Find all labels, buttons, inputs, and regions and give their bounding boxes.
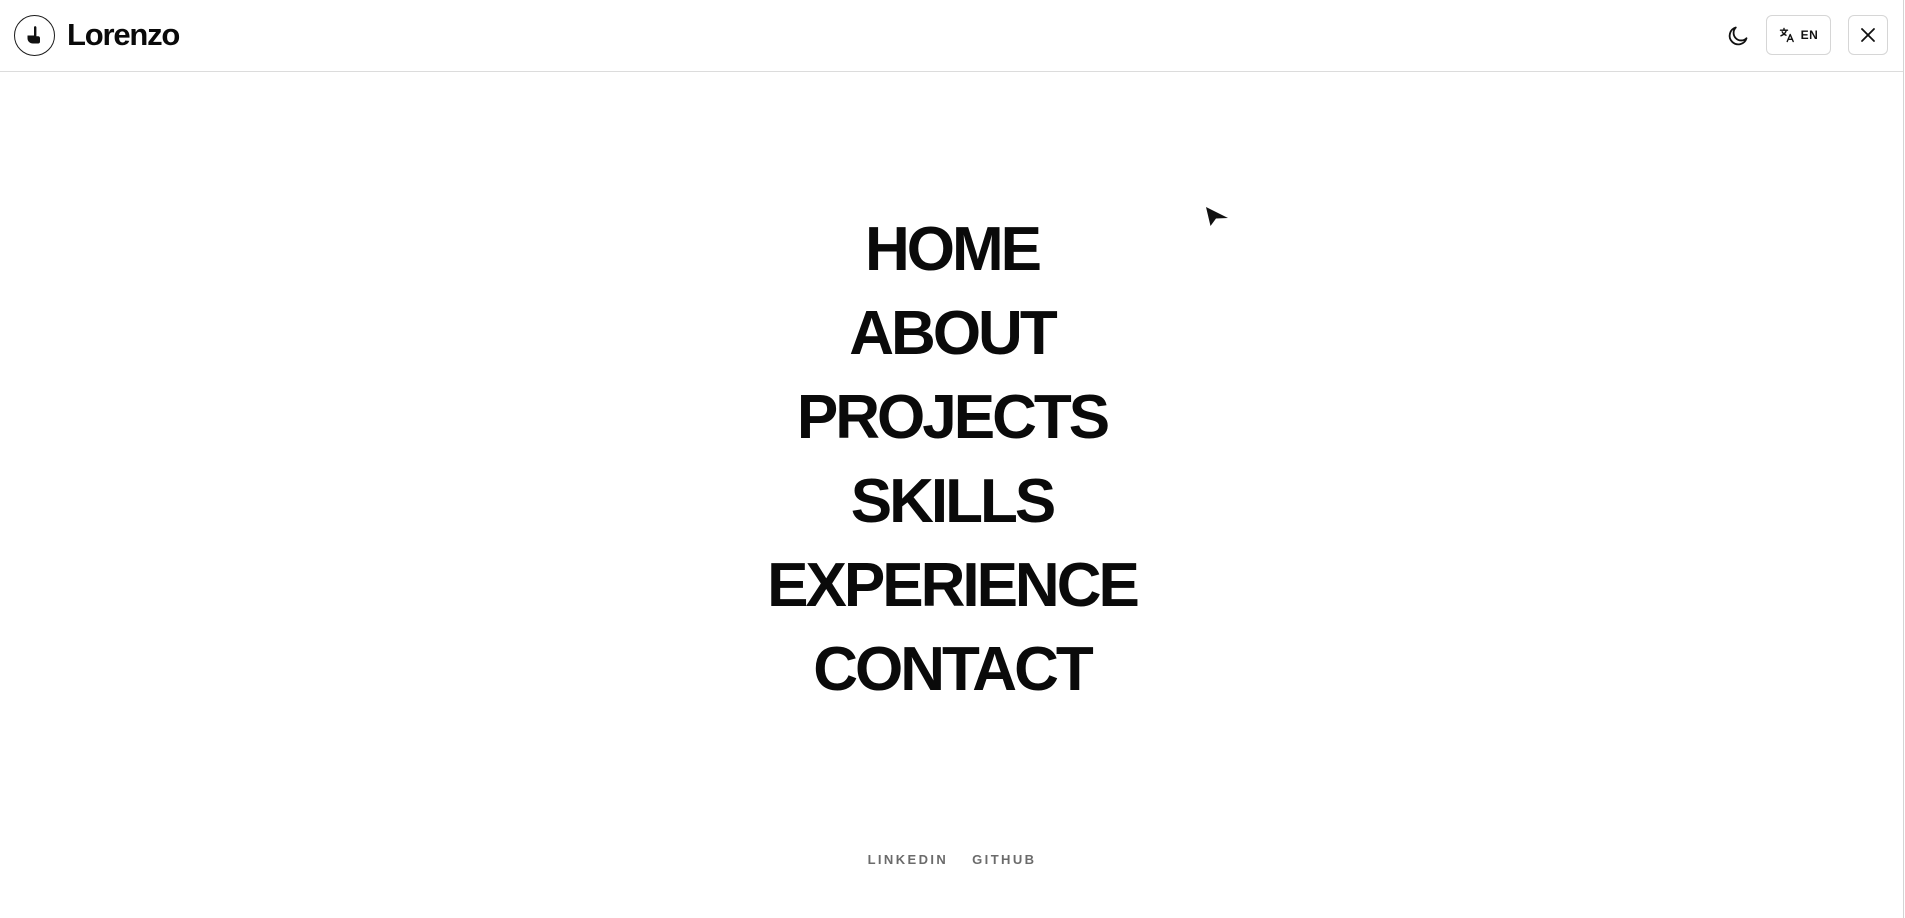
social-links: LINKEDIN GITHUB	[0, 852, 1904, 867]
moon-icon	[1728, 26, 1748, 46]
page: Lorenzo EN HOME ABOUT PROJECTS SKILLS EX…	[0, 0, 1905, 918]
main-menu: HOME ABOUT PROJECTS SKILLS EXPERIENCE CO…	[0, 208, 1904, 712]
language-code: EN	[1800, 28, 1819, 42]
github-link[interactable]: GITHUB	[972, 852, 1036, 867]
close-icon	[1861, 28, 1875, 42]
custom-cursor-icon	[1206, 207, 1228, 226]
linkedin-link[interactable]: LINKEDIN	[868, 852, 949, 867]
brand-name[interactable]: Lorenzo	[67, 16, 180, 54]
translate-icon	[1779, 27, 1794, 43]
menu-item-skills[interactable]: SKILLS	[851, 460, 1056, 544]
menu-item-contact[interactable]: CONTACT	[813, 628, 1093, 712]
menu-item-experience[interactable]: EXPERIENCE	[767, 544, 1140, 628]
menu-item-about[interactable]: ABOUT	[849, 292, 1057, 376]
language-button[interactable]: EN	[1766, 15, 1831, 55]
menu-item-home[interactable]: HOME	[865, 208, 1042, 292]
scrollbar-edge	[1903, 0, 1904, 918]
hand-pointer-icon	[27, 25, 40, 43]
top-bar: Lorenzo EN	[0, 0, 1904, 72]
logo-button[interactable]	[14, 15, 55, 56]
menu-item-projects[interactable]: PROJECTS	[797, 376, 1110, 460]
theme-toggle-button[interactable]	[1722, 20, 1754, 52]
close-menu-button[interactable]	[1848, 15, 1888, 55]
